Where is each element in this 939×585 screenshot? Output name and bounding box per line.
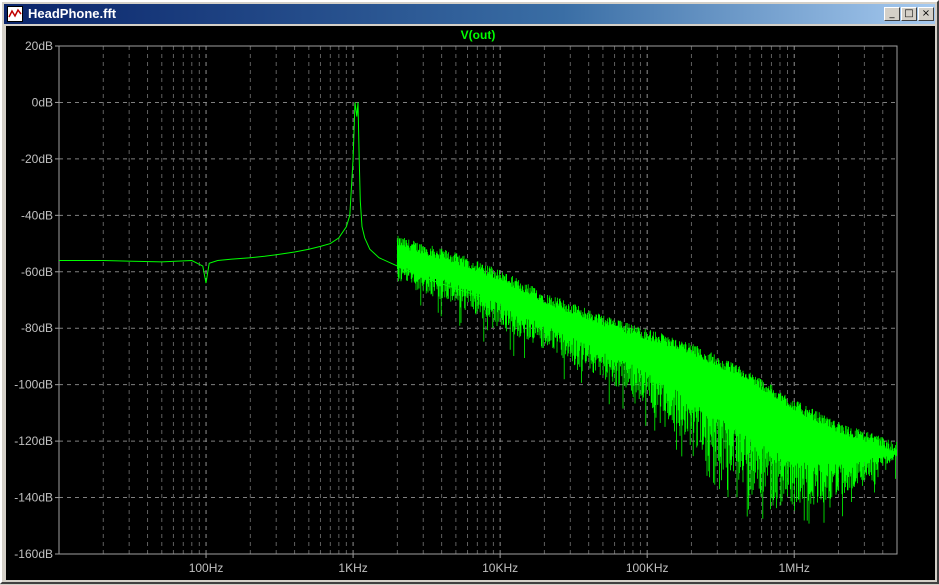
y-tick-label: 0dB	[32, 95, 53, 109]
y-tick-label: -60dB	[21, 265, 53, 279]
y-tick-label: 20dB	[25, 39, 53, 53]
x-tick-label: 1KHz	[338, 561, 367, 575]
minimize-button[interactable]: _	[884, 7, 900, 21]
y-tick-label: -160dB	[14, 547, 53, 561]
window-title: HeadPhone.fft	[28, 6, 117, 21]
close-button[interactable]: ×	[918, 7, 934, 21]
y-axis: 20dB 0dB -20dB -40dB -60dB -80dB -100dB -120dB -…	[14, 39, 59, 561]
trace-label[interactable]: V(out)	[461, 28, 496, 42]
x-tick-label: 10KHz	[482, 561, 518, 575]
y-tick-label: -140dB	[14, 491, 53, 505]
x-axis: 100Hz 1KHz 10KHz 100KHz 1MHz	[189, 554, 810, 575]
fft-chart[interactable]: 20dB 0dB -20dB -40dB -60dB -80dB -100dB -120dB -…	[6, 26, 935, 580]
y-tick-label: -20dB	[21, 152, 53, 166]
y-tick-label: -40dB	[21, 208, 53, 222]
y-tick-label: -100dB	[14, 378, 53, 392]
y-tick-label: -80dB	[21, 321, 53, 335]
x-tick-label: 100Hz	[189, 561, 224, 575]
waveform-app-icon	[7, 6, 23, 22]
plot-window: HeadPhone.fft _ □ × 20dB 0dB -20dB -40dB -60…	[0, 0, 939, 584]
maximize-button[interactable]: □	[901, 7, 917, 21]
plot-area[interactable]: 20dB 0dB -20dB -40dB -60dB -80dB -100dB -120dB -…	[6, 26, 935, 580]
title-bar[interactable]: HeadPhone.fft _ □ ×	[4, 4, 935, 24]
x-tick-label: 1MHz	[779, 561, 810, 575]
y-tick-label: -120dB	[14, 434, 53, 448]
x-tick-label: 100KHz	[626, 561, 669, 575]
